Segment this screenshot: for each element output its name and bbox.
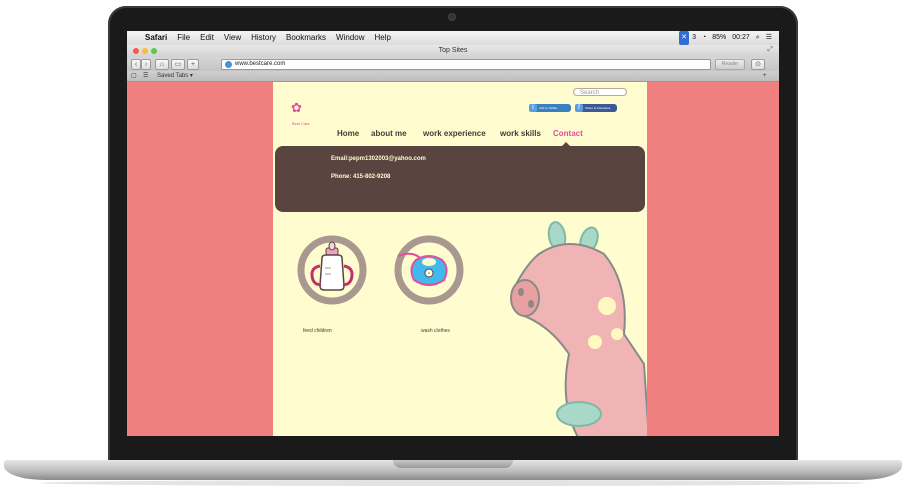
url-text: www.bestcare.com xyxy=(235,61,286,67)
wifi-icon[interactable]: ◔ xyxy=(699,31,709,45)
facebook-icon: f xyxy=(575,104,583,112)
bookmarks-bar: ▢ ☰ Saved Tabs ▾ + xyxy=(127,71,779,82)
app-menu-safari[interactable]: Safari xyxy=(140,31,172,45)
status-count[interactable]: 3 xyxy=(689,31,699,45)
nav-home[interactable]: Home xyxy=(337,129,359,138)
site-logo-icon[interactable]: ✿ xyxy=(291,100,302,116)
service-wash-clothes[interactable] xyxy=(394,228,464,318)
top-sites-button[interactable]: ⌂ xyxy=(155,59,169,70)
laptop-shadow xyxy=(40,480,866,486)
screen: Safari File Edit View History Bookmarks … xyxy=(127,31,779,436)
twitter-icon: t xyxy=(529,104,537,112)
nav-work-skills[interactable]: work skills xyxy=(500,129,541,138)
contact-panel: Email:pepm1302003@yahoo.com Phone: 415-8… xyxy=(275,146,645,212)
back-button[interactable]: ‹ xyxy=(131,59,141,70)
menu-history[interactable]: History xyxy=(246,31,281,45)
menu-edit[interactable]: Edit xyxy=(195,31,219,45)
camera xyxy=(449,14,455,20)
menu-bookmarks[interactable]: Bookmarks xyxy=(281,31,331,45)
site-logo-text: Best Care xyxy=(292,121,310,126)
show-bookmarks-icon[interactable]: ☰ xyxy=(143,71,148,81)
menubar-status-area: ✕ 3 ◔ 85% 00:27 ⌕ ☰ xyxy=(679,31,779,45)
mac-menubar: Safari File Edit View History Bookmarks … xyxy=(127,31,779,45)
menu-view[interactable]: View xyxy=(219,31,246,45)
menu-file[interactable]: File xyxy=(172,31,195,45)
address-bar[interactable]: www.bestcare.com xyxy=(221,59,711,70)
facebook-label: Share to Facebook xyxy=(585,106,611,110)
spotlight-icon[interactable]: ⌕ xyxy=(753,31,763,45)
window-titlebar: Top Sites ⤢ xyxy=(127,45,779,57)
service-label-feed-children: feed children xyxy=(303,328,332,334)
browser-toolbar: ‹ › ⌂ ▭ + www.bestcare.com Reader ⊙ xyxy=(127,57,779,71)
new-tab-button[interactable]: + xyxy=(763,71,767,81)
bookmarks-button[interactable]: ▭ xyxy=(171,59,185,70)
app-status-icon[interactable]: ✕ xyxy=(679,31,690,45)
service-label-wash-clothes: wash clothes xyxy=(421,328,450,334)
download-icon[interactable]: ⊙ xyxy=(751,59,765,70)
globe-icon xyxy=(225,61,232,68)
notification-center-icon[interactable]: ☰ xyxy=(763,31,775,45)
fullscreen-icon[interactable]: ⤢ xyxy=(767,46,773,54)
site-search-input[interactable]: Search xyxy=(573,88,627,96)
menu-help[interactable]: Help xyxy=(369,31,395,45)
clock[interactable]: 00:27 xyxy=(729,31,753,45)
contact-phone: Phone: 415-802-9208 xyxy=(331,174,391,180)
nav-work-experience[interactable]: work experience xyxy=(423,129,486,138)
reader-button[interactable]: Reader xyxy=(715,59,745,70)
nav-contact[interactable]: Contact xyxy=(553,129,583,138)
website-page: Search t Add to Twitter f Share to Faceboo… xyxy=(273,82,647,436)
screen-bezel-bottom xyxy=(127,436,779,448)
battery-label[interactable]: 85% xyxy=(709,31,729,45)
saved-tabs-menu[interactable]: Saved Tabs ▾ xyxy=(157,71,193,81)
forward-button[interactable]: › xyxy=(141,59,151,70)
add-bookmark-button[interactable]: + xyxy=(187,59,199,70)
nav-about-me[interactable]: about me xyxy=(371,129,407,138)
service-feed-children[interactable] xyxy=(297,228,367,318)
facebook-share-button[interactable]: f Share to Facebook xyxy=(575,104,617,112)
contact-email: Email:pepm1302003@yahoo.com xyxy=(331,156,426,162)
window-title: Top Sites xyxy=(438,47,468,54)
menu-window[interactable]: Window xyxy=(331,31,369,45)
reading-list-icon[interactable]: ▢ xyxy=(131,71,137,81)
twitter-share-button[interactable]: t Add to Twitter xyxy=(529,104,571,112)
laptop-notch xyxy=(393,460,513,468)
twitter-label: Add to Twitter xyxy=(539,106,558,110)
giraffe-illustration xyxy=(510,221,647,436)
